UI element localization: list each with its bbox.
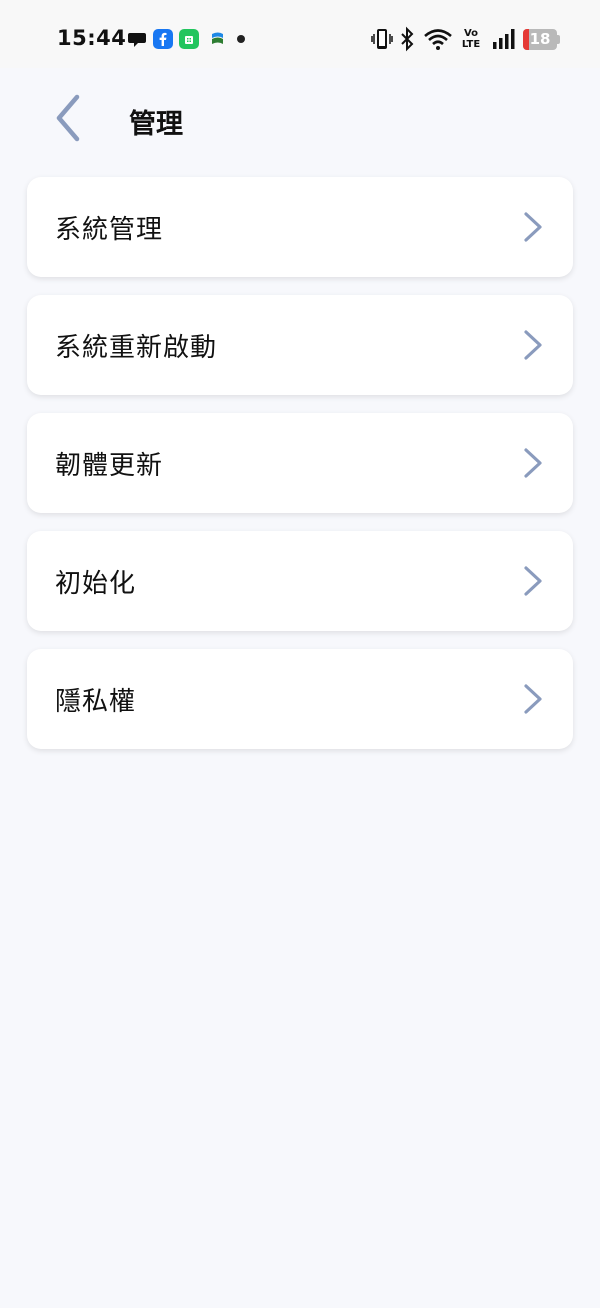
menu-item-initialize[interactable]: 初始化 — [27, 531, 573, 631]
chevron-right-icon — [524, 448, 542, 478]
page-title: 管理 — [129, 109, 183, 140]
volte-icon: Vo LTE — [461, 28, 481, 50]
menu-item-label: 系統重新啟動 — [55, 333, 218, 363]
status-time: 15:44 — [57, 26, 127, 50]
back-button[interactable] — [44, 90, 90, 146]
facebook-icon — [153, 29, 173, 49]
battery-level: 18 — [529, 30, 551, 48]
notification-dot-icon — [237, 35, 245, 43]
chat-bubble-icon — [128, 33, 146, 47]
chevron-left-icon — [56, 94, 80, 142]
menu-item-privacy[interactable]: 隱私權 — [27, 649, 573, 749]
menu-item-system-management[interactable]: 系統管理 — [27, 177, 573, 277]
menu-item-label: 韌體更新 — [55, 451, 164, 481]
menu-item-label: 初始化 — [55, 569, 137, 599]
battery-cap — [557, 35, 560, 44]
settings-menu: 系統管理 系統重新啟動 韌體更新 初始化 隱私權 — [27, 177, 573, 767]
signal-icon — [493, 29, 515, 49]
menu-item-firmware-update[interactable]: 韌體更新 — [27, 413, 573, 513]
menu-item-label: 隱私權 — [55, 687, 137, 717]
chevron-right-icon — [524, 684, 542, 714]
menu-item-system-restart[interactable]: 系統重新啟動 — [27, 295, 573, 395]
app-header: 管理 — [0, 68, 600, 168]
chevron-right-icon — [524, 566, 542, 596]
wifi-icon — [424, 29, 452, 50]
bluetooth-icon — [401, 26, 414, 52]
battery-icon: 18 — [523, 29, 557, 50]
flag-app-icon — [212, 32, 223, 44]
vibrate-icon — [371, 29, 393, 49]
status-bar: 15:44 Vo LTE 18 — [0, 0, 600, 68]
menu-item-label: 系統管理 — [55, 215, 164, 245]
chevron-right-icon — [524, 330, 542, 360]
line-app-icon — [179, 29, 199, 49]
chevron-right-icon — [524, 212, 542, 242]
